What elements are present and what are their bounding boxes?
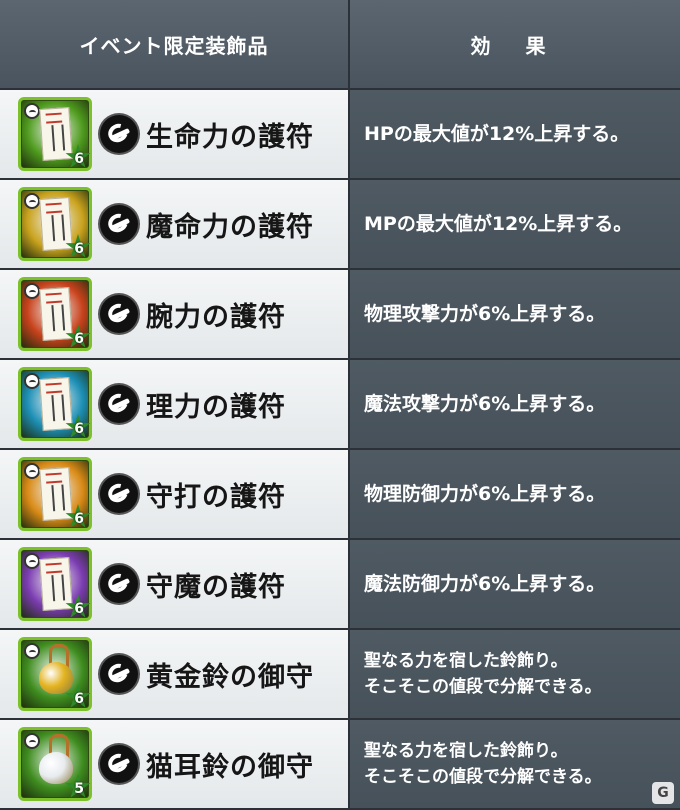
item-effect-cell: 魔法攻撃力が6%上昇する。 [350,360,680,448]
item-name-cell: 6 守打の護符 [0,450,350,538]
item-effect-line-1: MPの最大値が12%上昇する。 [364,213,633,235]
item-name: 黄金鈴の御守 [146,661,314,693]
charm-yellow-icon: 6 [18,187,92,261]
rarity-value: 6 [74,511,84,527]
item-name-cell: 6 黄金鈴の御守 [0,630,350,718]
rarity-value: 6 [74,691,84,707]
item-effect-cell: 物理攻撃力が6%上昇する。 [350,270,680,358]
golden-bell-icon: 6 [18,637,92,711]
charm-orange-icon: 6 [18,457,92,531]
charm-green-icon: 6 [18,97,92,171]
equipment-tag-icon [24,193,40,209]
table-row: 6 魔命力の護符 MPの最大値が12%上昇する。 [0,180,680,268]
accessory-type-icon [100,475,138,513]
item-name: 腕力の護符 [146,301,286,333]
equipment-tag-icon [24,643,40,659]
table-row: 6 守打の護符 物理防御力が6%上昇する。 [0,450,680,538]
effect-column-header: 効 果 [350,0,680,88]
rarity-value: 6 [74,151,84,167]
table-row: 6 理力の護符 魔法攻撃力が6%上昇する。 [0,360,680,448]
rarity-value: 6 [74,601,84,617]
item-effect-cell: HPの最大値が12%上昇する。 [350,90,680,178]
equipment-tag-icon [24,553,40,569]
table-header: イベント限定装飾品 効 果 [0,0,680,88]
item-name: 生命力の護符 [146,121,314,153]
table-row: 6 黄金鈴の御守 聖なる力を宿した鈴飾り。 そこそこの値段で分解できる。 [0,630,680,718]
item-effect-line-1: 物理防御力が6%上昇する。 [364,483,606,505]
rarity-value: 6 [74,241,84,257]
equipment-tag-icon [24,733,40,749]
equipment-tag-icon [24,283,40,299]
item-name-cell: 6 魔命力の護符 [0,180,350,268]
item-name-cell: 6 理力の護符 [0,360,350,448]
accessory-table: イベント限定装飾品 効 果 6 生命力の護符 HPの最大値が12%上昇する。 6 [0,0,680,810]
accessory-type-icon [100,655,138,693]
item-name-cell: 5 猫耳鈴の御守 [0,720,350,808]
equipment-tag-icon [24,463,40,479]
charm-red-icon: 6 [18,277,92,351]
rarity-value: 5 [74,781,84,797]
item-effect-line-1: 魔法防御力が6%上昇する。 [364,573,606,595]
table-row: 6 守魔の護符 魔法防御力が6%上昇する。 [0,540,680,628]
accessory-type-icon [100,385,138,423]
item-name: 守魔の護符 [146,571,286,603]
item-name: 魔命力の護符 [146,211,314,243]
item-effect-line-1: HPの最大値が12%上昇する。 [364,123,630,145]
item-effect-line-2: そこそこの値段で分解できる。 [364,677,602,697]
table-row: 6 腕力の護符 物理攻撃力が6%上昇する。 [0,270,680,358]
table-row: 5 猫耳鈴の御守 聖なる力を宿した鈴飾り。 そこそこの値段で分解できる。 [0,720,680,808]
equipment-tag-icon [24,103,40,119]
item-effect-cell: 物理防御力が6%上昇する。 [350,450,680,538]
item-effect-line-2: そこそこの値段で分解できる。 [364,767,602,787]
item-effect-cell: 魔法防御力が6%上昇する。 [350,540,680,628]
site-logo-icon: G [652,782,674,804]
charm-blue-icon: 6 [18,367,92,441]
equipment-tag-icon [24,373,40,389]
item-name: 理力の護符 [146,391,286,423]
item-name: 猫耳鈴の御守 [146,751,314,783]
item-effect-cell: 聖なる力を宿した鈴飾り。 そこそこの値段で分解できる。 [350,630,680,718]
accessory-type-icon [100,115,138,153]
item-effect-line-1: 物理攻撃力が6%上昇する。 [364,303,606,325]
accessory-type-icon [100,745,138,783]
item-name-cell: 6 腕力の護符 [0,270,350,358]
accessory-type-icon [100,565,138,603]
table-row: 6 生命力の護符 HPの最大値が12%上昇する。 [0,90,680,178]
item-effect-line-1: 聖なる力を宿した鈴飾り。 [364,651,568,671]
item-name-cell: 6 守魔の護符 [0,540,350,628]
accessory-type-icon [100,205,138,243]
item-effect-line-1: 魔法攻撃力が6%上昇する。 [364,393,606,415]
silver-bell-icon: 5 [18,727,92,801]
item-effect-line-1: 聖なる力を宿した鈴飾り。 [364,741,568,761]
accessory-type-icon [100,295,138,333]
item-effect-cell: MPの最大値が12%上昇する。 [350,180,680,268]
item-effect-cell: 聖なる力を宿した鈴飾り。 そこそこの値段で分解できる。 [350,720,680,808]
item-name-cell: 6 生命力の護符 [0,90,350,178]
charm-purple-icon: 6 [18,547,92,621]
rarity-value: 6 [74,331,84,347]
item-column-header: イベント限定装飾品 [0,0,350,88]
rarity-value: 6 [74,421,84,437]
item-name: 守打の護符 [146,481,286,513]
